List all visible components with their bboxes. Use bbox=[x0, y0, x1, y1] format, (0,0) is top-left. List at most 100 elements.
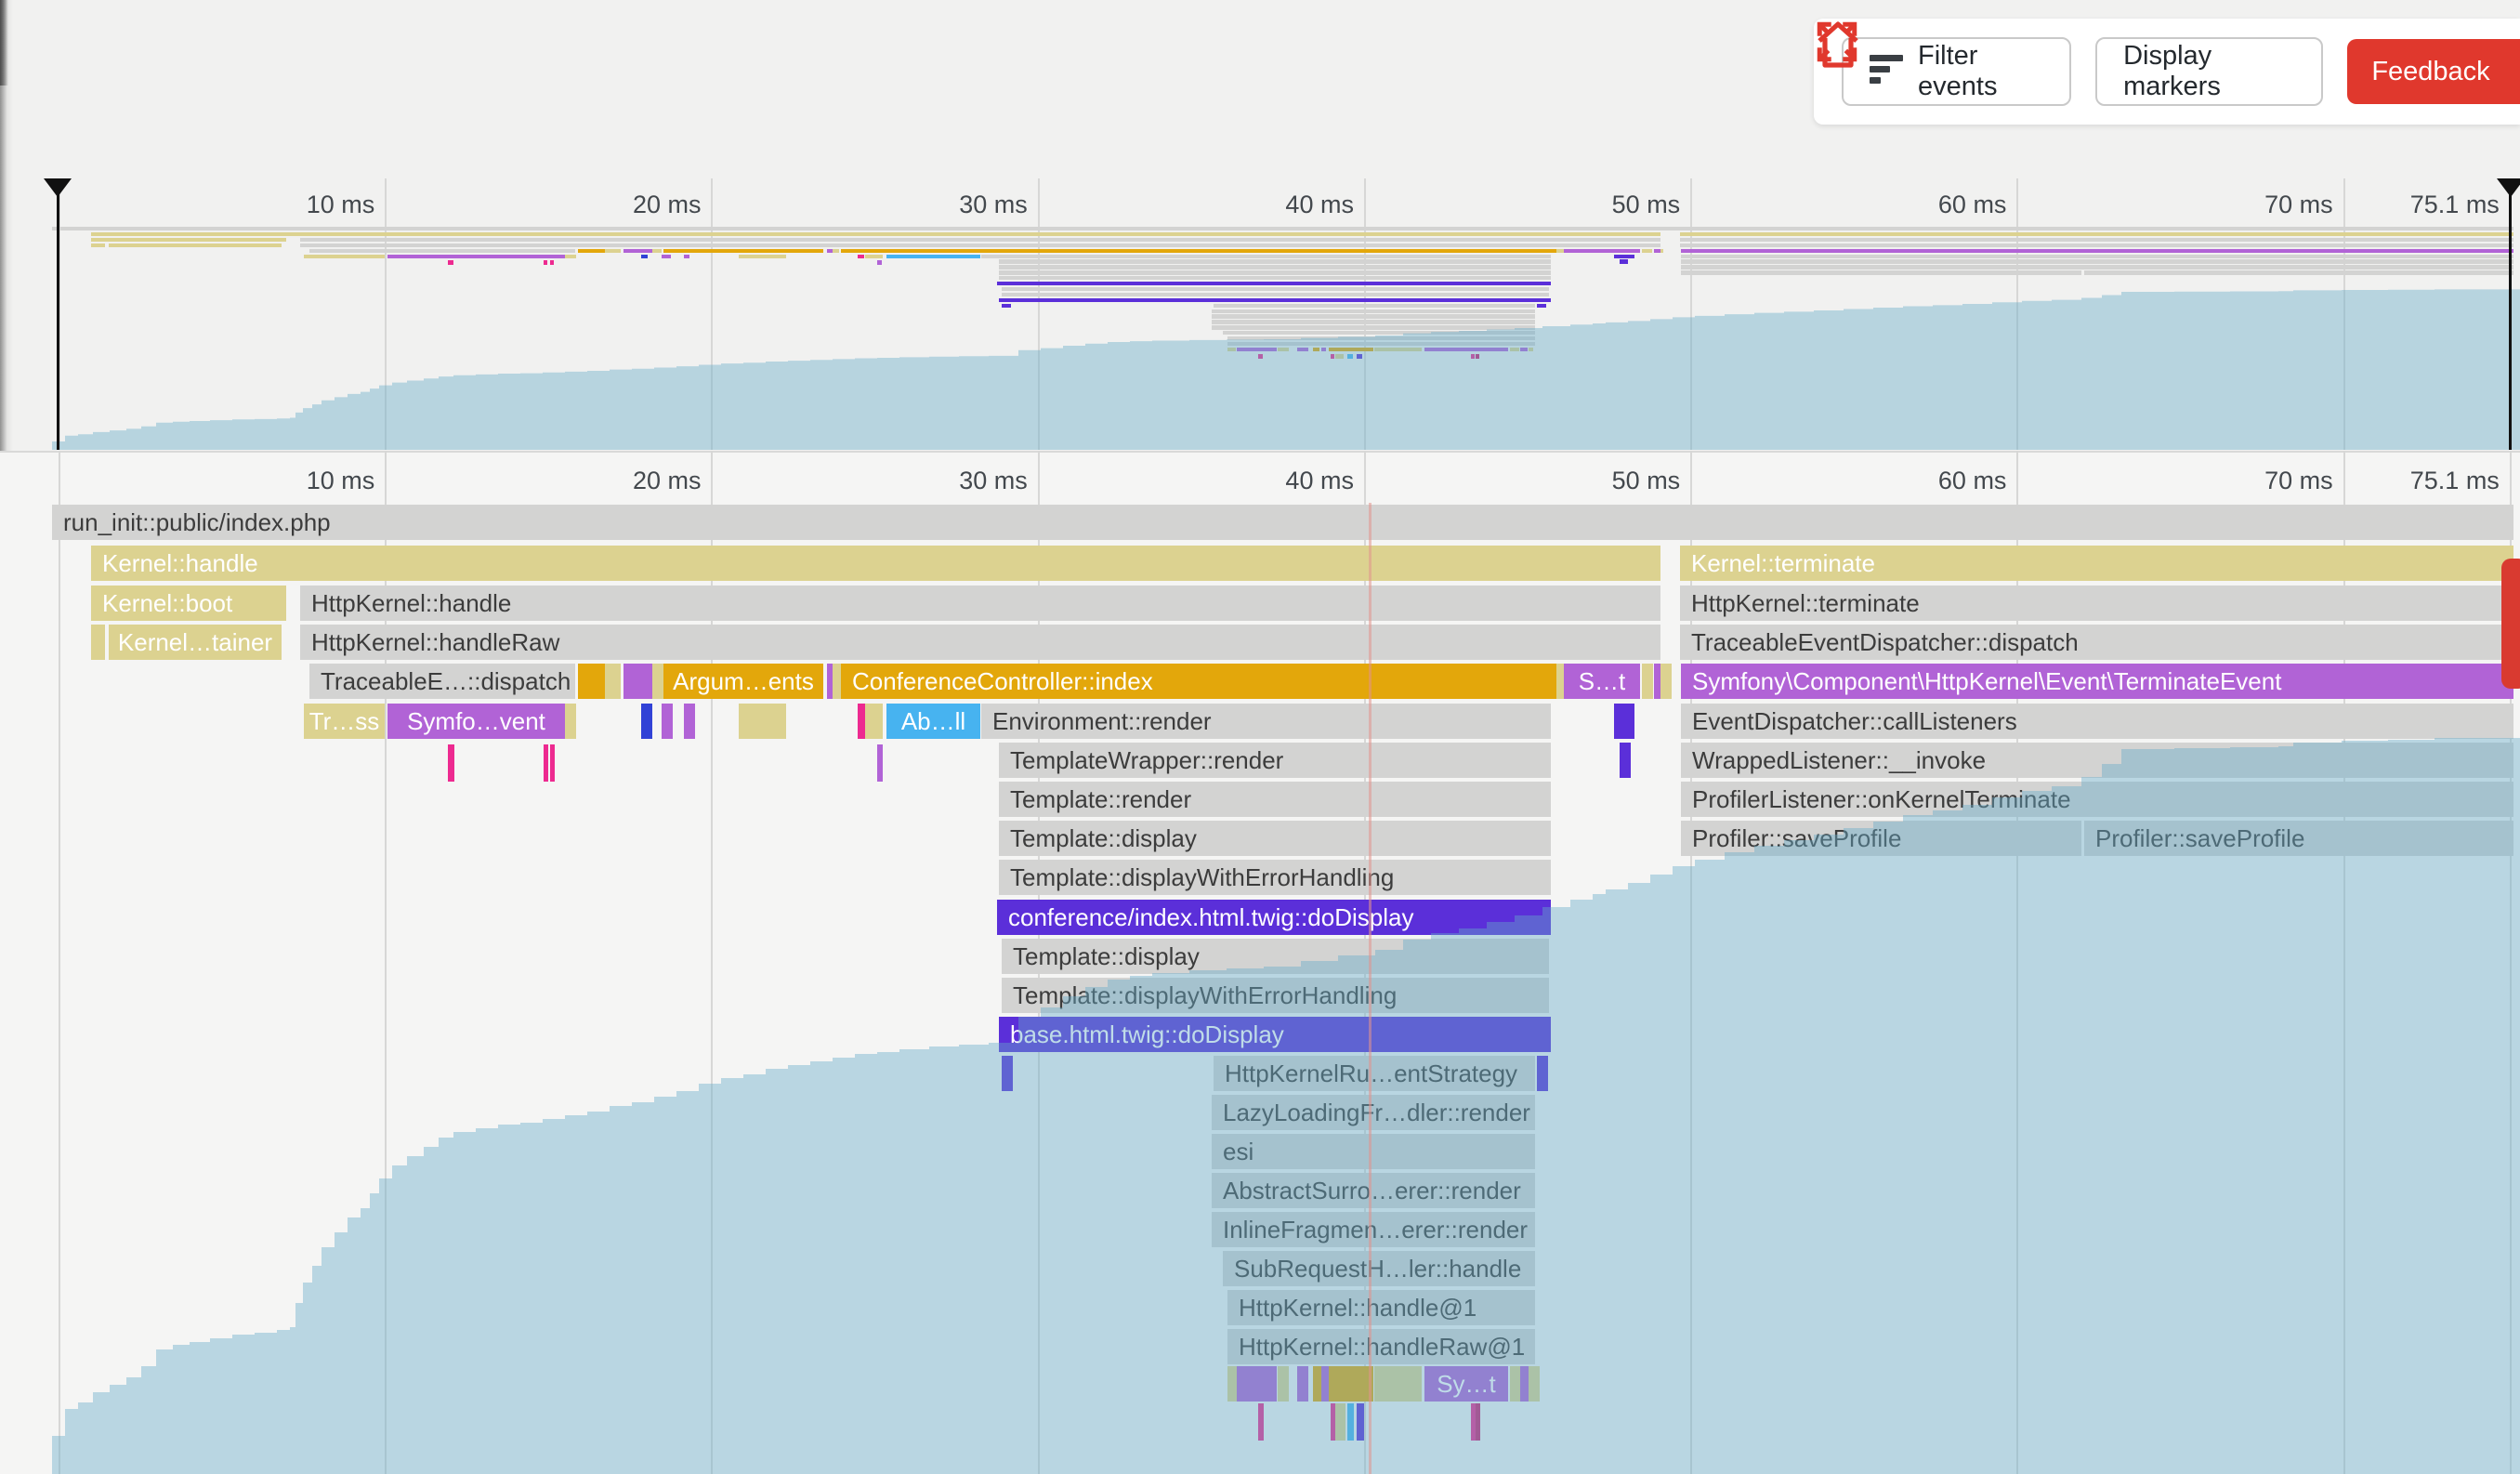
timeline-span[interactable]: Profiler::saveProfile bbox=[1681, 821, 2081, 856]
scrollbar-thumb[interactable] bbox=[2501, 559, 2520, 689]
marker-tick bbox=[550, 744, 555, 782]
minimap-span bbox=[999, 259, 1551, 263]
timeline-span[interactable]: EventDispatcher::callListeners bbox=[1681, 704, 2513, 739]
timeline-span[interactable]: Template::displayWithErrorHandling bbox=[999, 860, 1551, 895]
timeline-span[interactable] bbox=[1660, 664, 1672, 699]
minimap-span bbox=[2084, 270, 2513, 274]
timeline-span[interactable] bbox=[1237, 1366, 1277, 1402]
timeline-span[interactable]: run_init::public/index.php bbox=[52, 505, 2513, 540]
main-ruler-band bbox=[0, 451, 2520, 505]
grid-line bbox=[2343, 178, 2345, 450]
minimap-span bbox=[304, 255, 385, 258]
ruler-label-main: 75.1 ms bbox=[2410, 467, 2500, 495]
feedback-label: Feedback bbox=[2371, 57, 2489, 87]
timeline-span[interactable]: TraceableE…::dispatch bbox=[309, 664, 575, 699]
timeline-span[interactable]: TemplateWrapper::render bbox=[999, 743, 1551, 778]
timeline-span[interactable] bbox=[1529, 1366, 1540, 1402]
timeline-span[interactable]: ConferenceController::index bbox=[841, 664, 1556, 699]
timeline-span-label: ProfilerListener::onKernelTerminate bbox=[1692, 787, 2071, 811]
timeline-span[interactable]: TraceableEventDispatcher::dispatch bbox=[1680, 625, 2513, 660]
timeline-span[interactable] bbox=[605, 664, 621, 699]
timeline-span[interactable]: S…t bbox=[1564, 664, 1640, 699]
timeline-span[interactable] bbox=[652, 664, 663, 699]
filter-events-button[interactable]: Filter events bbox=[1842, 37, 2071, 106]
minimap-span bbox=[1642, 249, 1652, 253]
timeline-span[interactable] bbox=[641, 704, 652, 739]
selection-stem-right[interactable] bbox=[2509, 178, 2512, 450]
timeline-span[interactable]: Template::display bbox=[999, 821, 1551, 856]
timeline-span-label: TraceableEventDispatcher::dispatch bbox=[1691, 630, 2079, 654]
timeline-span[interactable]: Kernel::boot bbox=[91, 586, 286, 621]
timeline-span[interactable] bbox=[1297, 1366, 1308, 1402]
timeline-span[interactable] bbox=[1614, 704, 1634, 739]
timeline-span[interactable]: Ab…ll bbox=[886, 704, 980, 739]
timeline-span[interactable] bbox=[662, 704, 673, 739]
timeline-span[interactable]: InlineFragmen…erer::render bbox=[1212, 1212, 1535, 1247]
filter-icon bbox=[1870, 55, 1903, 88]
timeline-span-label: Kernel::terminate bbox=[1691, 551, 1875, 575]
minimap-span bbox=[1297, 348, 1308, 351]
timeline-span[interactable]: Argum…ents bbox=[663, 664, 823, 699]
timeline-span[interactable]: Symfo…vent bbox=[387, 704, 565, 739]
timeline-span[interactable]: esi bbox=[1212, 1134, 1535, 1169]
minimap-span bbox=[981, 255, 1551, 258]
timeline-span[interactable] bbox=[1374, 1366, 1422, 1402]
timeline-span[interactable]: Kernel::handle bbox=[91, 546, 1660, 581]
minimap-span bbox=[1223, 331, 1535, 335]
timeline-span[interactable] bbox=[578, 664, 605, 699]
minimap-span bbox=[1313, 348, 1319, 351]
timeline-span[interactable]: Sy…t bbox=[1424, 1366, 1508, 1402]
grid-line bbox=[711, 178, 713, 450]
selection-stem-left[interactable] bbox=[57, 178, 59, 450]
timeline-span[interactable]: HttpKernel::handle bbox=[300, 586, 1660, 621]
timeline-span-label: TemplateWrapper::render bbox=[1010, 748, 1283, 772]
timeline-span[interactable]: SubRequestH…ler::handle bbox=[1223, 1251, 1535, 1286]
timeline-span[interactable] bbox=[865, 704, 883, 739]
timeline-span[interactable]: HttpKernel::handle@1 bbox=[1227, 1290, 1535, 1325]
display-markers-button[interactable]: Display markers bbox=[2095, 37, 2323, 106]
timeline-span[interactable]: HttpKernel::handleRaw@1 bbox=[1227, 1329, 1535, 1364]
timeline-span[interactable] bbox=[1620, 743, 1631, 778]
feedback-button[interactable]: Feedback bbox=[2347, 39, 2520, 104]
timeline-span[interactable]: base.html.twig::doDisplay bbox=[999, 1017, 1551, 1052]
timeline-span[interactable]: HttpKernel::terminate bbox=[1680, 586, 2513, 621]
timeline-span[interactable]: LazyLoadingFr…dler::render bbox=[1212, 1095, 1535, 1130]
timeline-span[interactable] bbox=[1537, 1056, 1548, 1091]
timeline-span[interactable]: AbstractSurro…erer::render bbox=[1212, 1173, 1535, 1208]
timeline-span[interactable]: HttpKernel::handleRaw bbox=[300, 625, 1660, 660]
timeline-span[interactable]: Kernel…tainer bbox=[109, 625, 282, 660]
timeline-span[interactable]: Profiler::saveProfile bbox=[2084, 821, 2513, 856]
minimap-marker-tick bbox=[544, 260, 547, 265]
timeline-span[interactable]: Kernel::terminate bbox=[1680, 546, 2513, 581]
timeline-span[interactable]: Tr…ss bbox=[304, 704, 385, 739]
timeline-span[interactable] bbox=[623, 664, 652, 699]
minimap-span bbox=[858, 255, 864, 258]
minimap-span bbox=[1520, 348, 1528, 351]
minimap-span bbox=[662, 255, 671, 258]
timeline-span[interactable]: ProfilerListener::onKernelTerminate bbox=[1681, 782, 2513, 817]
timeline-span[interactable]: Template::display bbox=[1002, 939, 1549, 974]
timeline-span[interactable] bbox=[1642, 664, 1653, 699]
marker-tick bbox=[448, 744, 454, 782]
timeline-span[interactable]: conference/index.html.twig::doDisplay bbox=[997, 900, 1551, 935]
timeline-span[interactable] bbox=[1329, 1366, 1373, 1402]
timeline-span-label: Environment::render bbox=[992, 709, 1212, 733]
timeline-span[interactable]: WrappedListener::__invoke bbox=[1681, 743, 2513, 778]
timeline-span[interactable]: Environment::render bbox=[981, 704, 1551, 739]
ruler-label-main: 40 ms bbox=[1285, 467, 1354, 495]
timeline-span[interactable] bbox=[684, 704, 695, 739]
timeline-span[interactable] bbox=[1278, 1366, 1289, 1402]
timeline-span-label: ConferenceController::index bbox=[852, 669, 1153, 693]
timeline-span[interactable] bbox=[565, 704, 576, 739]
timeline-span[interactable] bbox=[739, 704, 786, 739]
timeline-span[interactable]: Template::displayWithErrorHandling bbox=[1002, 978, 1549, 1013]
timeline-span[interactable]: Symfony\Component\HttpKernel\Event\Termi… bbox=[1681, 664, 2513, 699]
timeline-span[interactable]: Template::render bbox=[999, 782, 1551, 817]
display-markers-label: Display markers bbox=[2123, 41, 2295, 102]
timeline-span[interactable] bbox=[1002, 1056, 1013, 1091]
ruler-label-top: 20 ms bbox=[633, 191, 702, 219]
timeline-span[interactable]: HttpKernelRu…entStrategy bbox=[1214, 1056, 1535, 1091]
timeline-span[interactable] bbox=[91, 625, 105, 660]
grid-line bbox=[385, 178, 387, 450]
minimap-span bbox=[1424, 348, 1508, 351]
